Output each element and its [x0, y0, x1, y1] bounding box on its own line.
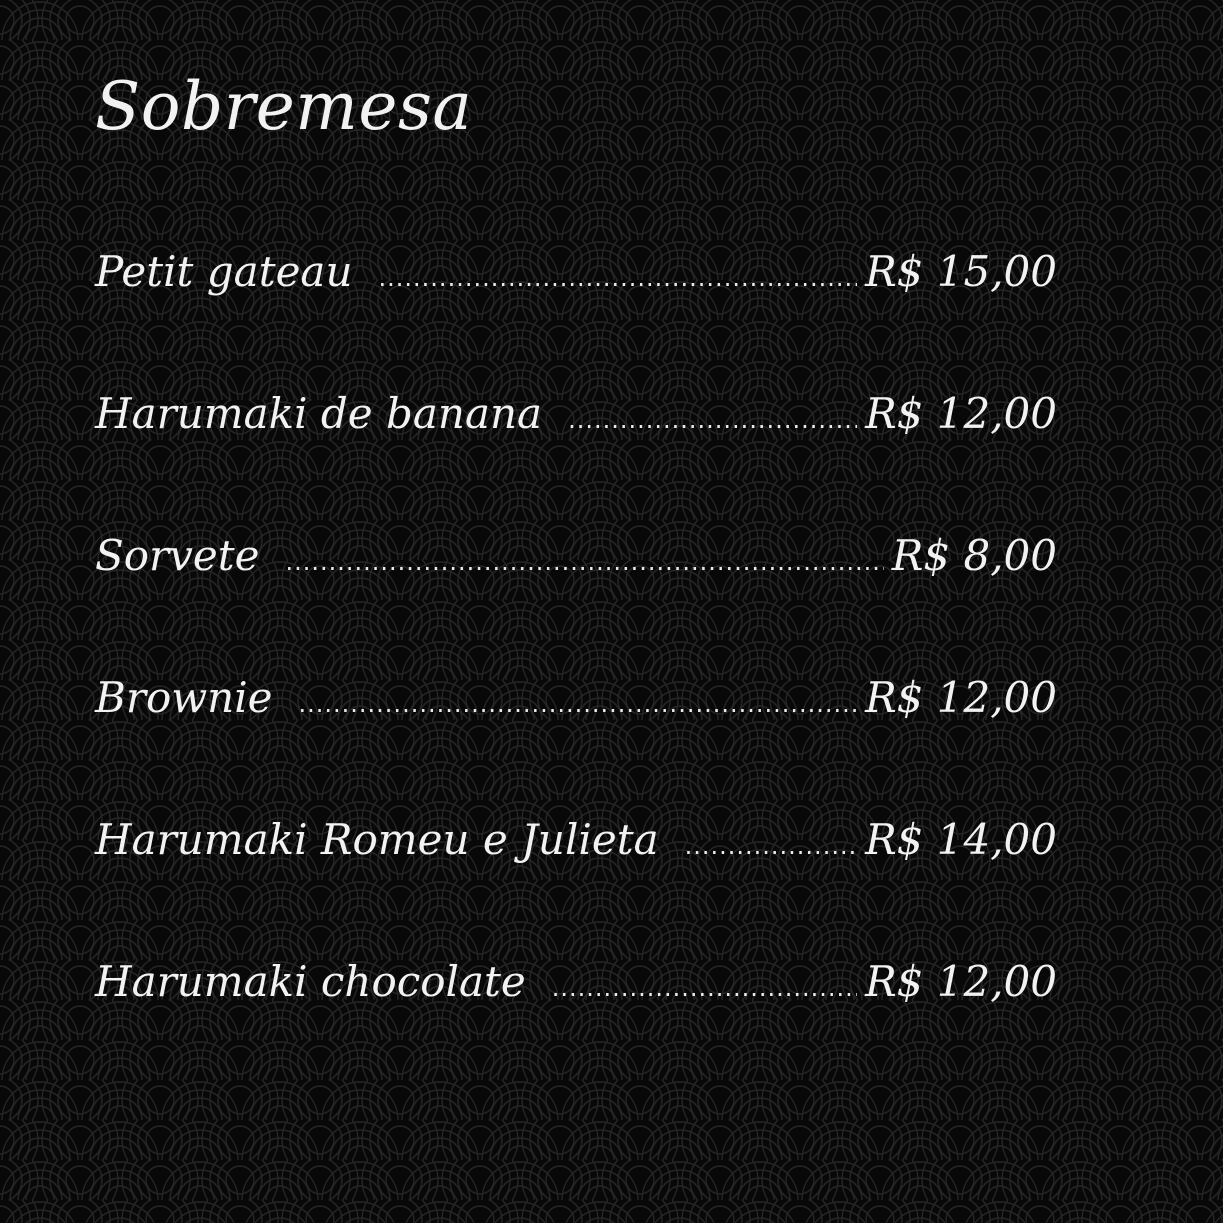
menu-item-list: Petit gateau R$ 15,00 Harumaki de banana…: [95, 237, 1057, 1089]
menu-page: Sobremesa Petit gateau R$ 15,00 Harumaki…: [0, 0, 1223, 1223]
menu-item-price: R$ 12,00: [865, 673, 1057, 722]
menu-item-name: Sorvete: [95, 531, 260, 580]
menu-title: Sobremesa: [95, 68, 473, 145]
menu-item: Harumaki Romeu e Julieta R$ 14,00: [95, 805, 1057, 947]
menu-item: Harumaki de banana R$ 12,00: [95, 379, 1057, 521]
menu-item-name: Petit gateau: [95, 247, 353, 296]
dot-leader: [285, 527, 883, 597]
dot-leader: [552, 953, 857, 1023]
menu-item-name: Harumaki de banana: [95, 389, 543, 438]
menu-item: Harumaki chocolate R$ 12,00: [95, 947, 1057, 1089]
menu-item: Petit gateau R$ 15,00: [95, 237, 1057, 379]
menu-item-price: R$ 8,00: [891, 531, 1057, 580]
menu-item: Sorvete R$ 8,00: [95, 521, 1057, 663]
dot-leader: [379, 243, 858, 313]
dot-leader: [568, 385, 857, 455]
menu-item-price: R$ 15,00: [865, 247, 1057, 296]
dessert-menu: Sobremesa Petit gateau R$ 15,00 Harumaki…: [95, 62, 1057, 1006]
menu-item-price: R$ 12,00: [865, 957, 1057, 1006]
menu-item-name: Harumaki Romeu e Julieta: [95, 815, 659, 864]
menu-item-price: R$ 12,00: [865, 389, 1057, 438]
menu-item-price: R$ 14,00: [865, 815, 1057, 864]
menu-item-name: Harumaki chocolate: [95, 957, 526, 1006]
menu-item-name: Brownie: [95, 673, 273, 722]
menu-item: Brownie R$ 12,00: [95, 663, 1057, 805]
dot-leader: [685, 811, 857, 881]
dot-leader: [299, 669, 858, 739]
